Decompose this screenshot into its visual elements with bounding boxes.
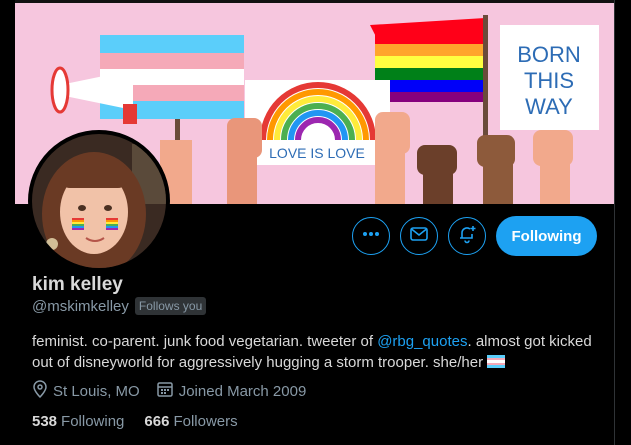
born-sign-line-3: WAY — [525, 94, 573, 119]
follow-stats: 538 Following 666 Followers — [32, 413, 258, 430]
followers-count: 666 — [144, 413, 170, 430]
trans-flag-emoji-icon — [487, 353, 506, 374]
love-sign-graphic: LOVE IS LOVE — [245, 80, 390, 165]
page-right-gutter — [614, 0, 631, 445]
followers-stat-link[interactable]: 666 Followers — [144, 413, 237, 430]
following-stat-link[interactable]: 538 Following — [32, 413, 124, 430]
born-sign-line-2: THIS — [524, 68, 574, 93]
bell-plus-icon — [457, 224, 477, 249]
notifications-button[interactable] — [448, 217, 486, 255]
username: @mskimkelley — [32, 297, 129, 315]
following-label: Following — [61, 413, 125, 430]
top-border — [15, 0, 614, 3]
followers-label: Followers — [173, 413, 238, 430]
joined-text: Joined March 2009 — [178, 382, 307, 400]
more-icon — [362, 225, 380, 248]
location-item: St Louis, MO — [32, 380, 140, 402]
display-name: kim kelley — [32, 274, 123, 295]
love-sign-text: LOVE IS LOVE — [269, 145, 365, 161]
more-button[interactable] — [352, 217, 390, 255]
mail-icon — [409, 224, 429, 249]
page-left-gutter — [0, 0, 15, 445]
bio-mention-link[interactable]: @rbg_quotes — [377, 333, 467, 350]
following-count: 538 — [32, 413, 58, 430]
location-pin-icon — [32, 380, 48, 402]
bio-text-start: feminist. co-parent. junk food vegetaria… — [32, 333, 378, 350]
profile-actions: Following — [352, 216, 597, 256]
calendar-icon — [156, 380, 174, 402]
following-button[interactable]: Following — [496, 216, 597, 256]
follows-you-badge: Follows you — [134, 297, 207, 315]
born-sign-graphic: BORN THIS WAY — [500, 25, 599, 130]
message-button[interactable] — [400, 217, 438, 255]
profile-meta: St Louis, MO Joined March 2009 — [32, 380, 322, 402]
profile-avatar[interactable] — [28, 130, 170, 272]
joined-item: Joined March 2009 — [156, 380, 307, 402]
born-sign-line-1: BORN — [517, 42, 581, 67]
handle-row: @mskimkelley Follows you — [32, 297, 207, 315]
location-text: St Louis, MO — [53, 382, 140, 400]
profile-bio: feminist. co-parent. junk food vegetaria… — [32, 331, 602, 374]
